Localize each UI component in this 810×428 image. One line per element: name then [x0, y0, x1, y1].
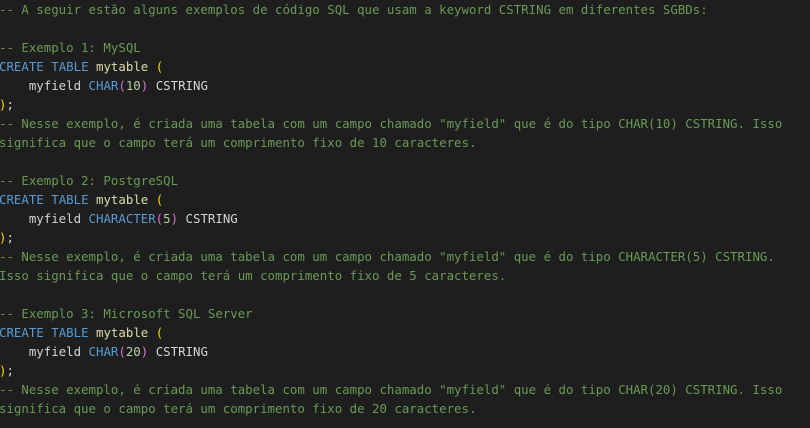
code-token-keyword: CREATE	[0, 59, 44, 74]
code-token-func: mytable	[96, 325, 149, 340]
code-token-keyword: TABLE	[51, 59, 89, 74]
code-token-keyword: CREATE	[0, 192, 44, 207]
code-line: ​	[0, 19, 810, 38]
code-token-func: mytable	[96, 59, 149, 74]
code-token-plain: myfield	[0, 211, 89, 226]
code-token-plain: myfield	[0, 344, 89, 359]
code-line: myfield CHARACTER(5) CSTRING	[0, 209, 810, 228]
code-token-type: CHAR	[88, 344, 119, 359]
code-token-comment: Isso significa que o campo terá um compr…	[0, 268, 507, 283]
code-token-func: mytable	[96, 192, 149, 207]
code-line: ​	[0, 285, 810, 304]
code-line: );	[0, 95, 810, 114]
code-token-keyword: CREATE	[0, 325, 44, 340]
code-token-comment: -- Exemplo 1: MySQL	[0, 40, 141, 55]
code-token-plain: ;	[6, 97, 14, 112]
code-line: significa que o campo terá um compriment…	[0, 399, 810, 418]
code-line: );	[0, 228, 810, 247]
code-token-num: 5	[163, 211, 171, 226]
code-token-plain: myfield	[0, 78, 89, 93]
code-token-comment: significa que o campo terá um compriment…	[0, 401, 477, 416]
code-token-num: 20	[125, 344, 141, 359]
code-line: CREATE TABLE mytable (	[0, 57, 810, 76]
code-line: -- A seguir estão alguns exemplos de cód…	[0, 0, 810, 19]
code-token-type: CHAR	[88, 78, 119, 93]
code-token-plain: ;	[6, 230, 14, 245]
code-line: ​	[0, 152, 810, 171]
code-token-bracket: (	[155, 59, 164, 74]
code-line: -- Exemplo 1: MySQL	[0, 38, 810, 57]
code-token-type: CHARACTER	[88, 211, 156, 226]
code-line: -- Nesse exemplo, é criada uma tabela co…	[0, 247, 810, 266]
code-line: -- Exemplo 2: PostgreSQL	[0, 171, 810, 190]
code-line: CREATE TABLE mytable (	[0, 323, 810, 342]
code-token-comment: -- Exemplo 2: PostgreSQL	[0, 173, 179, 188]
code-token-bracket: (	[155, 192, 164, 207]
code-token-keyword: TABLE	[51, 192, 89, 207]
code-line: CREATE TABLE mytable (	[0, 190, 810, 209]
code-token-comment: -- Nesse exemplo, é criada uma tabela co…	[0, 116, 783, 131]
code-token-bracket2: (	[118, 78, 126, 93]
code-token-plain: CSTRING	[148, 78, 208, 93]
code-token-bracket: (	[155, 325, 164, 340]
code-line: -- Nesse exemplo, é criada uma tabela co…	[0, 114, 810, 133]
code-token-bracket2: )	[170, 211, 179, 226]
code-token-plain: CSTRING	[178, 211, 238, 226]
code-token-plain: CSTRING	[148, 344, 208, 359]
code-line: -- Exemplo 3: Microsoft SQL Server	[0, 304, 810, 323]
code-token-num: 10	[125, 78, 141, 93]
code-token-comment: significa que o campo terá um compriment…	[0, 135, 477, 150]
code-editor[interactable]: -- A seguir estão alguns exemplos de cód…	[0, 0, 810, 428]
code-token-plain: ;	[6, 363, 14, 378]
code-token-comment: -- Exemplo 3: Microsoft SQL Server	[0, 306, 253, 321]
code-line: significa que o campo terá um compriment…	[0, 133, 810, 152]
code-token-bracket2: (	[118, 344, 126, 359]
code-line: Isso significa que o campo terá um compr…	[0, 266, 810, 285]
code-token-comment: -- Nesse exemplo, é criada uma tabela co…	[0, 382, 783, 397]
code-token-comment: -- Nesse exemplo, é criada uma tabela co…	[0, 249, 775, 264]
code-line: myfield CHAR(20) CSTRING	[0, 342, 810, 361]
code-line: myfield CHAR(10) CSTRING	[0, 76, 810, 95]
code-line: -- Nesse exemplo, é criada uma tabela co…	[0, 380, 810, 399]
code-token-keyword: TABLE	[51, 325, 89, 340]
code-line: );	[0, 361, 810, 380]
code-token-comment: -- A seguir estão alguns exemplos de cód…	[0, 2, 708, 17]
